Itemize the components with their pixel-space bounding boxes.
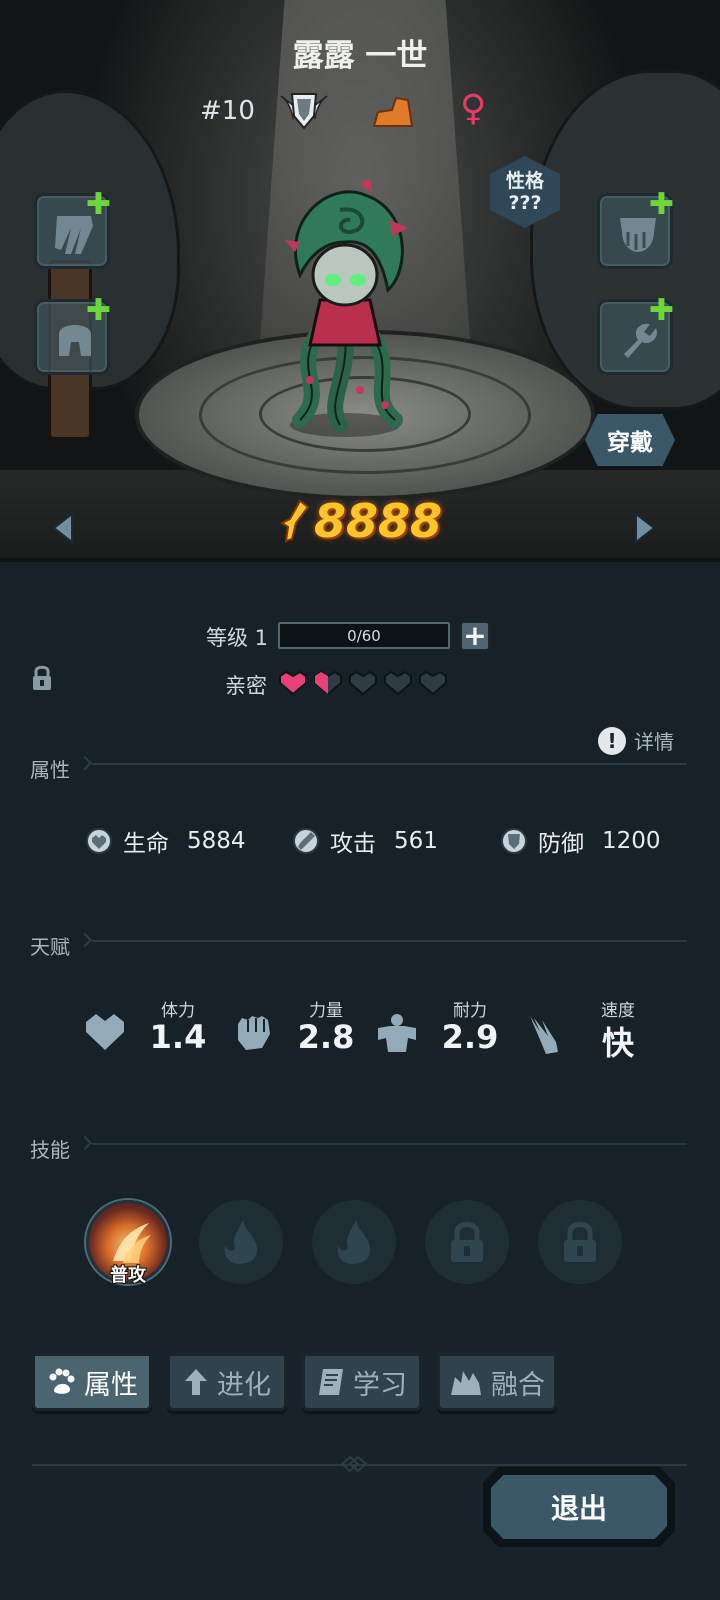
tab-label: 学习 bbox=[353, 1369, 407, 1401]
stat-value: 561 bbox=[394, 828, 438, 854]
talent-stamina: 体力 1.4 bbox=[84, 996, 224, 1068]
section-divider-arrow bbox=[77, 1135, 93, 1151]
heart-icon bbox=[86, 1014, 124, 1050]
character-scene: 露露 一世 #10 ♀ 性格 ??? ✚ ✚ ✚ ✚ 穿戴 8888 bbox=[0, 0, 720, 562]
skill-label: 普攻 bbox=[110, 1265, 146, 1286]
skill-slot-locked[interactable] bbox=[425, 1200, 509, 1284]
stat-defense: 防御 1200 bbox=[500, 824, 661, 858]
stat-name: 生命 bbox=[123, 831, 169, 857]
talent-strength: 力量 2.8 bbox=[232, 996, 372, 1068]
add-icon: ✚ bbox=[85, 293, 111, 328]
section-title-skill: 技能 bbox=[30, 1138, 70, 1162]
intimacy-label: 亲密 bbox=[225, 674, 267, 698]
add-icon: ✚ bbox=[85, 187, 111, 222]
book-icon bbox=[319, 1369, 343, 1395]
section-divider-arrow bbox=[77, 932, 93, 948]
stat-value: 5884 bbox=[187, 828, 246, 854]
muscle-icon bbox=[378, 1014, 416, 1052]
wing-icon bbox=[530, 1016, 558, 1054]
skill-slot-empty[interactable] bbox=[199, 1200, 283, 1284]
level-label: 等级 1 bbox=[206, 626, 269, 650]
section-divider bbox=[92, 1143, 687, 1145]
heart-empty-icon bbox=[419, 670, 447, 696]
equip-slot-gauntlet[interactable]: ✚ bbox=[597, 187, 674, 269]
exit-button-label: 退出 bbox=[491, 1475, 667, 1539]
slash-fire-icon bbox=[113, 1223, 151, 1263]
level-up-button[interactable]: + bbox=[460, 621, 490, 651]
heart-icon bbox=[279, 670, 307, 696]
flame-icon bbox=[337, 1220, 370, 1264]
talent-value: 1.4 bbox=[149, 1018, 207, 1056]
stat-name: 防御 bbox=[538, 831, 584, 857]
talent-value: 2.9 bbox=[441, 1018, 499, 1056]
tab-label: 融合 bbox=[491, 1369, 545, 1401]
earth-element-icon[interactable] bbox=[372, 96, 414, 128]
tab-fusion[interactable]: 融合 bbox=[437, 1353, 557, 1411]
details-button[interactable]: ! 详情 bbox=[598, 726, 674, 755]
stat-name: 攻击 bbox=[330, 831, 376, 857]
exit-button[interactable]: 退出 bbox=[483, 1467, 675, 1547]
flame-icon bbox=[224, 1220, 257, 1264]
equip-slot-weapon[interactable]: ✚ bbox=[34, 187, 111, 269]
lock-icon bbox=[451, 1222, 483, 1262]
paw-icon bbox=[49, 1368, 75, 1394]
skill-slot-empty[interactable] bbox=[312, 1200, 396, 1284]
tab-learning[interactable]: 学习 bbox=[302, 1353, 422, 1411]
heart-empty-icon bbox=[349, 670, 377, 696]
personality-value: ??? bbox=[508, 192, 542, 214]
section-title-talent: 天赋 bbox=[30, 935, 70, 959]
info-icon: ! bbox=[598, 726, 626, 755]
stat-hp: 生命 5884 bbox=[85, 824, 246, 858]
stat-attack: 攻击 561 bbox=[292, 824, 438, 858]
lock-icon[interactable] bbox=[31, 664, 53, 692]
equip-slot-accessory[interactable]: ✚ bbox=[597, 293, 674, 375]
winged-shield-icon[interactable] bbox=[279, 88, 329, 132]
fist-icon bbox=[238, 1016, 270, 1050]
tab-label: 属性 bbox=[84, 1369, 138, 1401]
prev-character-arrow-icon[interactable] bbox=[50, 512, 76, 544]
section-divider bbox=[92, 763, 687, 765]
xp-text: 0/60 bbox=[347, 626, 381, 645]
divider-ornament-icon bbox=[340, 1455, 368, 1473]
character-number: #10 bbox=[200, 96, 255, 126]
tab-attributes[interactable]: 属性 bbox=[32, 1353, 152, 1411]
character-sprite[interactable] bbox=[270, 180, 420, 440]
add-icon: ✚ bbox=[648, 293, 674, 328]
heart-empty-icon bbox=[384, 670, 412, 696]
personality-label: 性格 bbox=[505, 170, 544, 192]
talent-value: 2.8 bbox=[297, 1018, 355, 1056]
combat-power-value: 8888 bbox=[314, 494, 443, 548]
section-divider-arrow bbox=[77, 755, 93, 771]
equip-slot-helmet[interactable]: ✚ bbox=[34, 293, 111, 375]
talent-value: 快 bbox=[601, 1024, 634, 1062]
talent-endurance: 耐力 2.9 bbox=[376, 996, 516, 1068]
up-arrow-icon bbox=[185, 1369, 207, 1395]
add-icon: ✚ bbox=[648, 187, 674, 222]
shield-icon bbox=[501, 828, 527, 854]
heart-half-icon bbox=[314, 670, 342, 696]
tab-evolution[interactable]: 进化 bbox=[167, 1353, 287, 1411]
talent-speed: 速度 快 bbox=[524, 996, 664, 1068]
details-label: 详情 bbox=[634, 730, 674, 754]
female-icon: ♀ bbox=[460, 88, 487, 129]
sword-icon bbox=[293, 828, 319, 854]
intimacy-hearts bbox=[278, 670, 448, 696]
skill-slot-locked[interactable] bbox=[538, 1200, 622, 1284]
section-divider bbox=[92, 940, 687, 942]
heart-shield-icon bbox=[86, 828, 112, 854]
next-character-arrow-icon[interactable] bbox=[632, 512, 658, 544]
sword-power-icon bbox=[280, 499, 310, 543]
character-name: 露露 一世 bbox=[292, 38, 428, 74]
lock-icon bbox=[564, 1222, 596, 1262]
fusion-icon bbox=[451, 1371, 481, 1395]
stat-value: 1200 bbox=[602, 828, 661, 854]
section-title-attributes: 属性 bbox=[30, 758, 70, 782]
combat-power: 8888 bbox=[278, 494, 442, 548]
xp-bar: 0/60 bbox=[278, 622, 450, 649]
tab-label: 进化 bbox=[217, 1369, 271, 1401]
equip-button[interactable]: 穿戴 bbox=[585, 414, 675, 466]
